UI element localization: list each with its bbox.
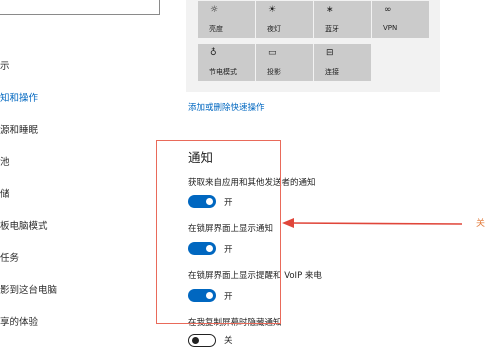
edit-quick-actions-link[interactable]: 添加或删除快速操作 [188, 101, 265, 113]
nav-item-display[interactable]: 示 [0, 58, 10, 72]
quick-action-project[interactable]: ▭ 投影 [256, 44, 313, 81]
tile-label: 投影 [267, 68, 281, 76]
night-light-icon: ☀ [268, 5, 277, 15]
nav-item-multitasking[interactable]: 任务 [0, 250, 19, 264]
bluetooth-icon: ∗ [326, 5, 334, 15]
nav-item-power-sleep[interactable]: 源和睡眠 [0, 122, 38, 136]
battery-saver-icon: ♁ [210, 48, 217, 58]
quick-action-brightness[interactable]: ☼ 亮度 [198, 1, 255, 38]
tile-label: 蓝牙 [325, 25, 339, 33]
settings-nav: 示 知和操作 源和睡眠 池 储 板电脑模式 任务 影到这台电脑 享的体验 [0, 0, 160, 340]
quick-action-vpn[interactable]: ∞ VPN [372, 1, 429, 38]
nav-item-notifications-actions[interactable]: 知和操作 [0, 90, 38, 104]
brightness-icon: ☼ [210, 5, 219, 15]
project-icon: ▭ [268, 48, 277, 58]
quick-action-connect[interactable]: ⊟ 连接 [314, 44, 371, 81]
tile-label: VPN [383, 24, 398, 32]
quick-action-night-light[interactable]: ☀ 夜灯 [256, 1, 313, 38]
toggle-hide-when-duplicating[interactable] [188, 334, 216, 347]
nav-item-storage[interactable]: 储 [0, 186, 10, 200]
tile-label: 亮度 [209, 25, 223, 33]
vpn-icon: ∞ [384, 5, 392, 15]
toggle-knob [192, 337, 199, 344]
nav-item-battery[interactable]: 池 [0, 154, 10, 168]
quick-action-battery-saver[interactable]: ♁ 节电模式 [198, 44, 255, 81]
nav-item-project-to-pc[interactable]: 影到这台电脑 [0, 282, 57, 296]
tile-label: 夜灯 [267, 25, 281, 33]
toggle-state-text: 关 [224, 336, 233, 346]
quick-action-bluetooth[interactable]: ∗ 蓝牙 [314, 1, 371, 38]
connect-icon: ⊟ [326, 48, 334, 58]
nav-item-tablet-mode[interactable]: 板电脑模式 [0, 218, 48, 232]
highlight-box [156, 140, 281, 324]
tile-label: 连接 [325, 68, 339, 76]
nav-item-shared-experiences[interactable]: 享的体验 [0, 314, 38, 328]
tile-label: 节电模式 [209, 68, 237, 76]
annotation-label: 关 [476, 219, 486, 229]
